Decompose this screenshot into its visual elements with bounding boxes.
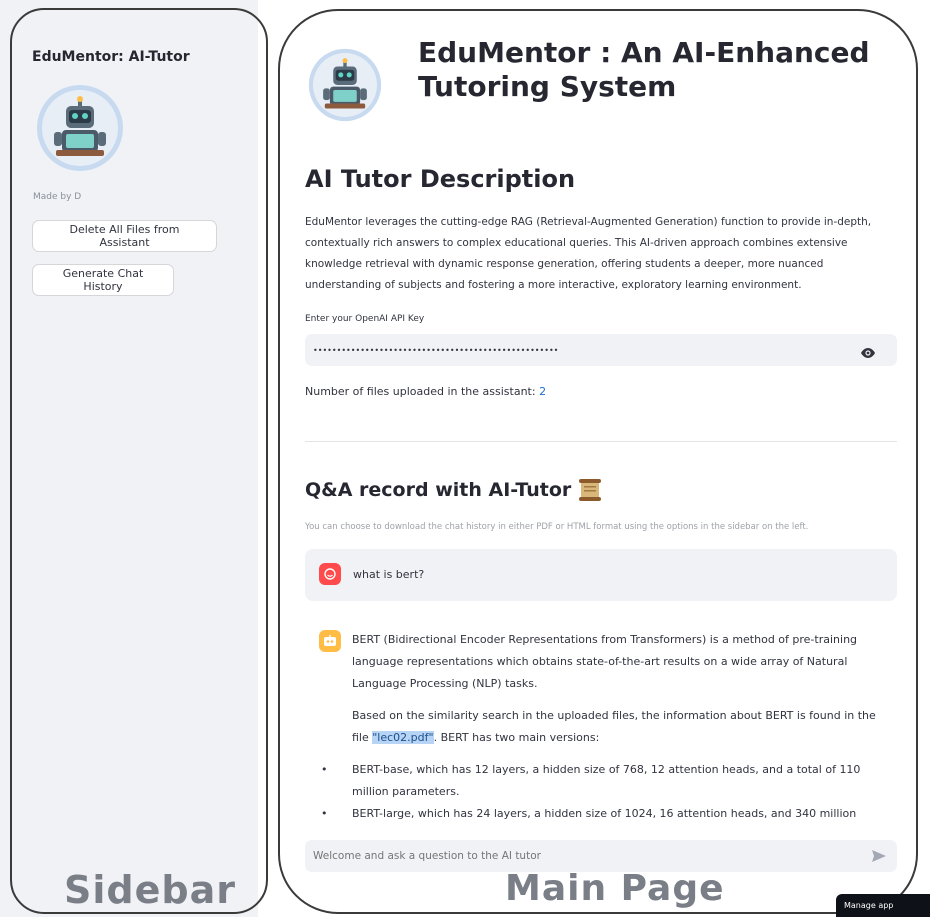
qa-note: You can choose to download the chat hist… [305,522,809,532]
robot-tutor-icon [36,84,124,172]
page-title: EduMentor : An AI-Enhanced Tutoring Syst… [418,36,870,104]
made-by-text: Made by D [33,192,82,202]
user-message-text: what is bert? [353,568,425,581]
assistant-text: . BERT has two main versions: [433,731,600,744]
manage-app-label: Manage app [844,901,894,910]
manage-app-button[interactable]: Manage app [836,894,930,917]
files-uploaded-label: Number of files uploaded in the assistan… [305,385,540,398]
smile-icon [324,568,336,580]
chat-scroll-area[interactable]: BERT (Bidirectional Encoder Representati… [300,600,900,828]
main-page-caption: Main Page [505,868,725,909]
user-avatar [319,563,341,585]
assistant-bullet-list: BERT-base, which has 12 layers, a hidden… [321,759,892,825]
sidebar-title: EduMentor: AI-Tutor [32,49,190,65]
assistant-paragraph: BERT (Bidirectional Encoder Representati… [352,633,858,690]
user-chat-message: what is bert? [305,549,897,601]
description-heading: AI Tutor Description [305,165,576,193]
assistant-message: BERT (Bidirectional Encoder Representati… [321,629,892,825]
scroll-icon [577,478,603,502]
files-uploaded-status: Number of files uploaded in the assistan… [305,385,546,398]
list-item: BERT-base, which has 12 layers, a hidden… [321,759,892,803]
divider [305,441,897,442]
assistant-paragraph: Based on the similarity search in the up… [352,705,892,749]
list-item: BERT-large, which has 24 layers, a hidde… [321,803,892,825]
api-key-input[interactable] [305,334,897,366]
delete-all-files-button[interactable]: Delete All Files from Assistant [32,220,217,252]
qa-heading-text: Q&A record with AI-Tutor [305,479,572,501]
generate-chat-history-button[interactable]: Generate Chat History [32,264,174,296]
highlighted-filename: "lec02.pdf" [372,731,434,744]
eye-icon[interactable] [860,344,876,358]
qa-heading: Q&A record with AI-Tutor [305,478,603,502]
sidebar-caption: Sidebar [64,868,236,912]
files-uploaded-count: 2 [539,385,547,398]
robot-tutor-icon [308,48,382,122]
api-key-label: Enter your OpenAI API Key [305,314,425,324]
description-text: EduMentor leverages the cutting-edge RAG… [305,216,872,291]
send-icon[interactable] [871,848,887,862]
